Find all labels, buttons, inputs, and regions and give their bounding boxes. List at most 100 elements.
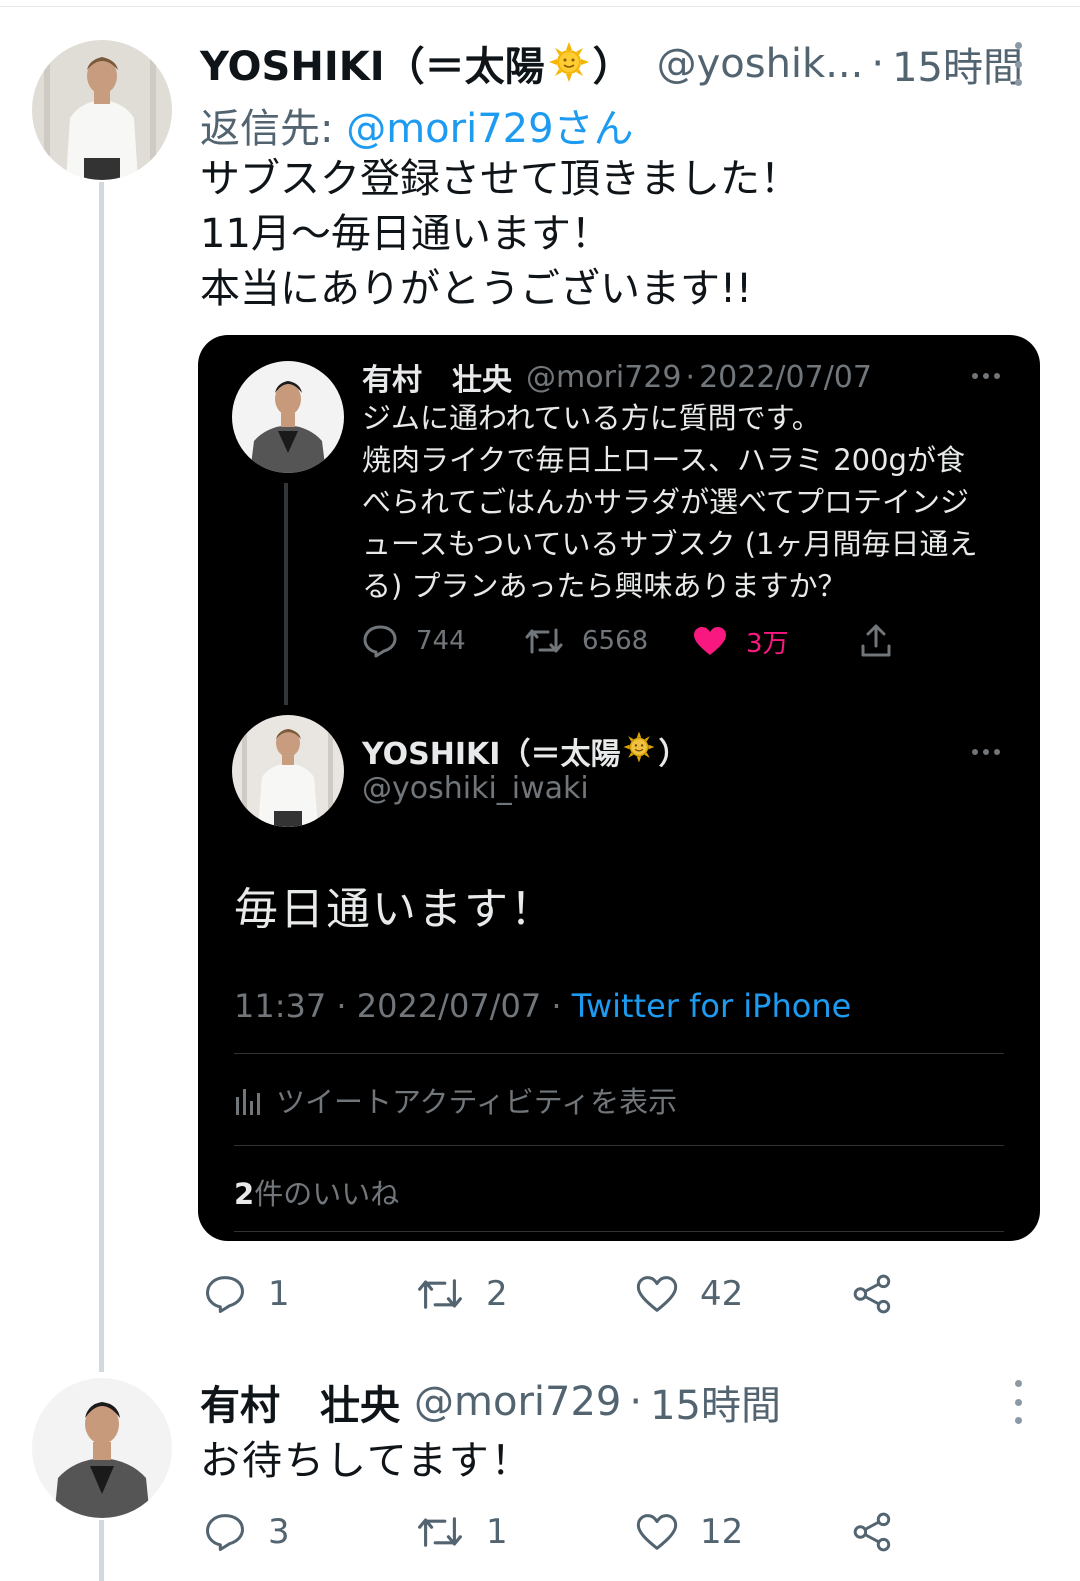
divider [234,1145,1004,1146]
heart-filled-icon [694,627,726,655]
quoted-text-line: 焼肉ライクで毎日上ロース、ハラミ 200gが食 [362,443,965,477]
retweet-icon [525,628,563,654]
like-count: 3万 [746,628,789,659]
quoted-text-line: ジムに通われている方に質問です。 [362,401,821,435]
tweet-timestamp[interactable]: 15時間 [892,35,1023,93]
retweet-button[interactable]: 2 [416,1270,508,1318]
retweet-count: 6568 [582,626,649,656]
reply-prefix: 返信先: [200,106,347,152]
tweet-header: YOSHIKI（＝太陽 ） @yoshik... · 15時間 [200,34,1023,94]
quoted-like-button[interactable]: 3万 [692,621,789,661]
quoted-action-bar: 744 6568 3万 [362,621,922,661]
sun-emoji-icon [622,730,656,772]
reply-icon [205,1514,245,1552]
retweet-button[interactable]: 1 [416,1508,508,1556]
dot-separator: · [629,1379,643,1425]
quoted-tweet-date[interactable]: 2022/07/07 [699,360,872,395]
tweet-timestamp[interactable]: 15時間 [650,1373,781,1431]
share-button[interactable] [852,1270,894,1318]
retweet-count: 2 [486,1274,508,1314]
reply-count: 3 [268,1512,290,1552]
quoted-reply-button[interactable]: 744 [362,621,466,661]
quoted-text-line: べられてごはんかサラダが選べてプロテインジ [362,485,969,519]
activity-label: ツイートアクティビティを表示 [276,1085,678,1119]
quoted-text-line: ュースもついているサブスク (1ヶ月間毎日通え [362,527,978,561]
quoted-tweet-header: 有村 壮央 @mori729 · 2022/07/07 [362,355,872,399]
author-name-text: YOSHIKI（＝太陽 [200,44,545,90]
avatar-photo-icon [32,40,172,180]
avatar-photo-icon [232,361,344,473]
author-handle[interactable]: @mori729 [414,1379,621,1425]
tweet-text: お待ちしてます！ [200,1438,533,1484]
share-upload-icon [861,624,891,657]
likes-summary[interactable]: 2件のいいね [234,1171,399,1213]
divider [234,1053,1004,1054]
tweet-action-bar: 1 2 42 [200,1270,960,1318]
reply-button[interactable]: 1 [204,1270,290,1318]
reply-tweet-text: 毎日通います！ [234,884,556,935]
quoted-retweet-button[interactable]: 6568 [524,621,648,661]
likes-label: 件のいいね [254,1177,400,1211]
retweet-icon [418,1279,462,1309]
tweet-header: 有村 壮央 @mori729 · 15時間 [200,1374,781,1430]
thread-connector-line [99,182,104,1372]
reply-button[interactable]: 3 [204,1508,290,1556]
like-button[interactable]: 12 [636,1508,743,1556]
avatar-photo-icon [32,1378,172,1518]
sun-emoji-icon [547,40,591,94]
quoted-avatar[interactable] [232,361,344,473]
tweet-action-bar: 3 1 12 [200,1508,960,1556]
tweet-text: サブスク登録させて頂きました！ 11月〜毎日通います！ 本当にありがとうございま… [200,152,800,317]
reply-mention-link[interactable]: @mori729さん [346,106,633,152]
like-button[interactable]: 42 [636,1270,743,1318]
reply-count: 744 [416,626,466,656]
reply-icon [205,1276,245,1314]
avatar[interactable] [32,1378,172,1518]
author-name[interactable]: 有村 壮央 [200,1373,400,1431]
more-options-icon[interactable] [1006,42,1030,86]
dot-separator: · [685,359,696,395]
reply-author-name-text: YOSHIKI（＝太陽 [362,737,621,772]
author-handle[interactable]: @yoshik... [657,41,864,87]
dot-separator: · [871,41,885,87]
quoted-share-button[interactable] [860,621,892,661]
retweet-count: 1 [486,1512,508,1552]
more-options-icon[interactable] [1006,1380,1030,1424]
reply-author-name-close: ） [658,737,689,772]
embedded-image-card[interactable]: 有村 壮央 @mori729 · 2022/07/07 ジムに通われている方に質… [198,335,1040,1241]
reply-context: 返信先: @mori729さん [200,96,634,154]
retweet-icon [418,1517,462,1547]
more-options-icon[interactable] [972,749,1000,755]
share-button[interactable] [852,1508,894,1556]
like-count: 12 [700,1512,744,1552]
top-divider [0,6,1080,7]
reply-time: 11:37 [234,987,327,1025]
avatar-photo-icon [232,715,344,827]
likes-count: 2 [234,1177,255,1211]
divider [234,1231,1004,1232]
meta-separator: · [541,987,572,1025]
tweet-activity-link[interactable]: ツイートアクティビティを表示 [234,1079,677,1121]
author-name[interactable]: YOSHIKI（＝太陽 ） [200,34,633,94]
tweet-text-line: 11月〜毎日通います！ [200,211,611,257]
client-link[interactable]: Twitter for iPhone [572,987,852,1025]
author-name-close: ） [592,44,633,90]
reply-author-name[interactable]: YOSHIKI（＝太陽 ） [362,730,689,772]
tweet-text-line: サブスク登録させて頂きました！ [200,156,800,202]
heart-icon [636,1514,678,1550]
quoted-text-line: る) プランあったら興味ありますか？ [362,569,847,603]
quoted-thread-line [284,483,288,705]
reply-avatar[interactable] [232,715,344,827]
share-icon [853,1512,891,1552]
avatar[interactable] [32,40,172,180]
quoted-author-name[interactable]: 有村 壮央 [362,355,512,399]
heart-icon [636,1276,678,1312]
reply-author-handle[interactable]: @yoshiki_iwaki [362,771,589,806]
reply-icon [363,625,397,658]
reply-date: 2022/07/07 [356,987,542,1025]
quoted-author-handle[interactable]: @mori729 [526,360,682,395]
more-options-icon[interactable] [972,373,1000,379]
meta-separator: · [326,987,357,1025]
bar-chart-icon [236,1089,260,1115]
share-icon [853,1274,891,1314]
